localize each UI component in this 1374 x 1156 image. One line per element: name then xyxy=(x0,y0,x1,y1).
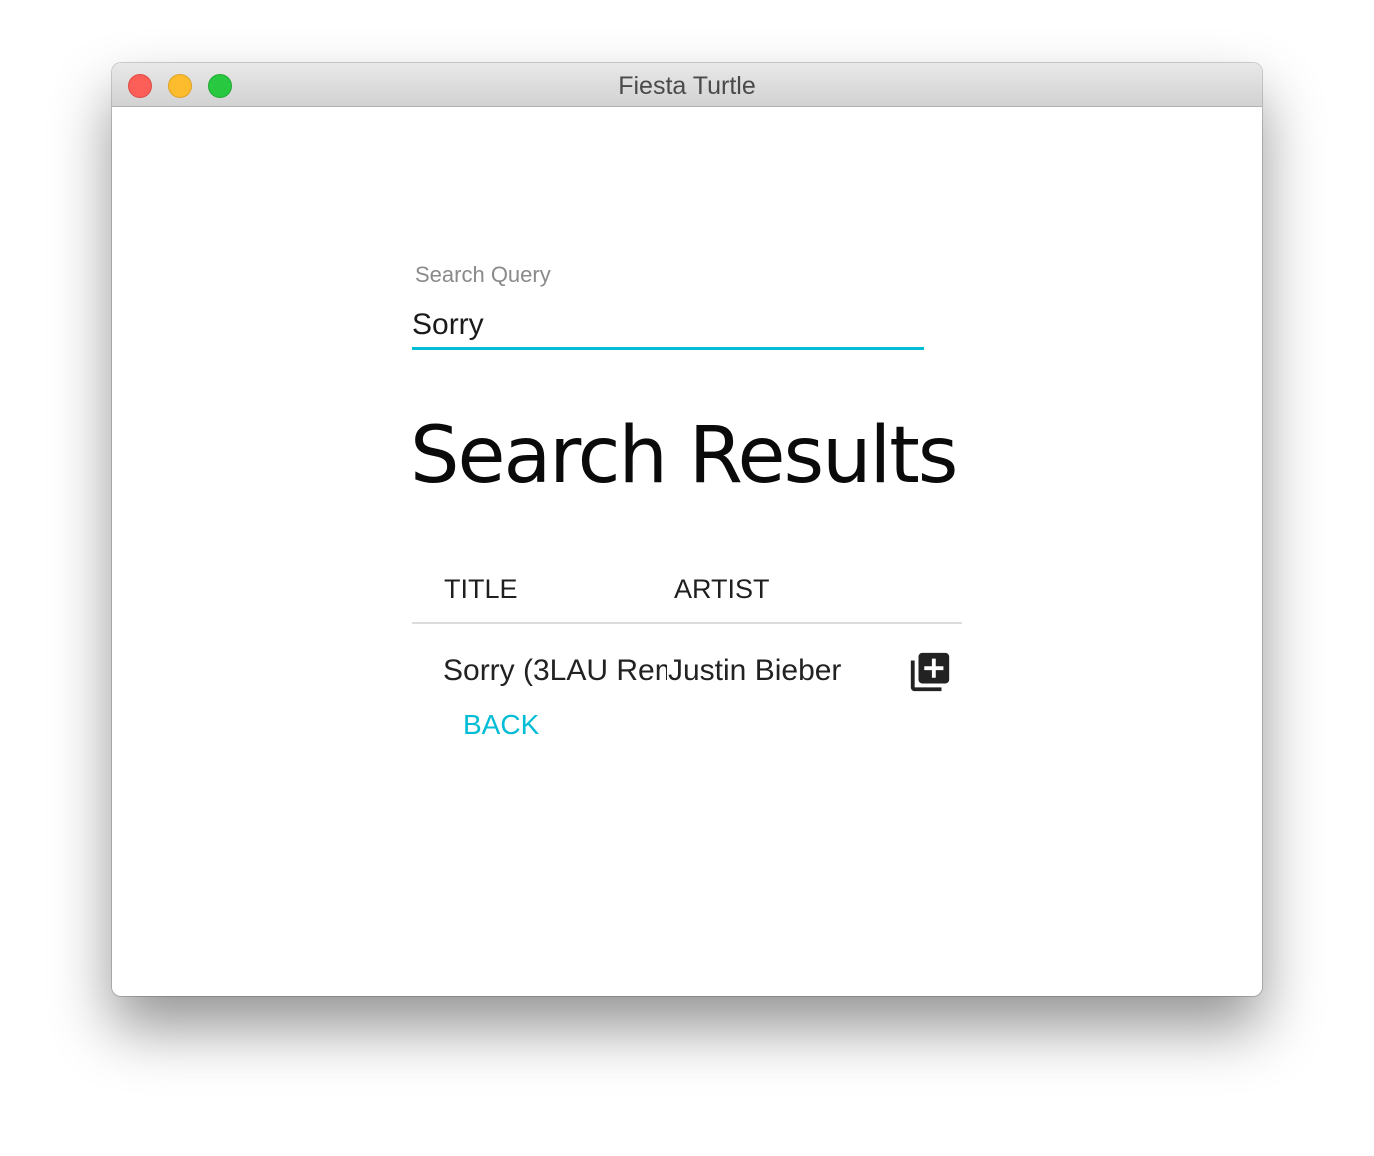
search-results-heading: Search Results xyxy=(410,411,958,501)
row-artist-cell: Justin Bieber xyxy=(668,654,842,687)
search-input[interactable] xyxy=(412,303,924,350)
table-header: TITLE ARTIST xyxy=(412,562,962,624)
main-content: Search Query Search Results TITLE ARTIST… xyxy=(112,107,1262,996)
column-header-title: TITLE xyxy=(444,574,518,604)
search-query-label: Search Query xyxy=(415,262,551,287)
column-header-artist: ARTIST xyxy=(674,574,770,604)
results-table: TITLE ARTIST Sorry (3LAU Remix) Justin B… xyxy=(412,562,962,724)
add-to-queue-icon[interactable] xyxy=(907,649,953,695)
title-bar[interactable]: Fiesta Turtle xyxy=(112,63,1262,107)
back-button[interactable]: BACK xyxy=(447,703,555,747)
app-window: Fiesta Turtle Search Query Search Result… xyxy=(112,63,1262,996)
row-title-cell: Sorry (3LAU Remix) xyxy=(443,654,667,687)
window-title: Fiesta Turtle xyxy=(618,72,756,100)
